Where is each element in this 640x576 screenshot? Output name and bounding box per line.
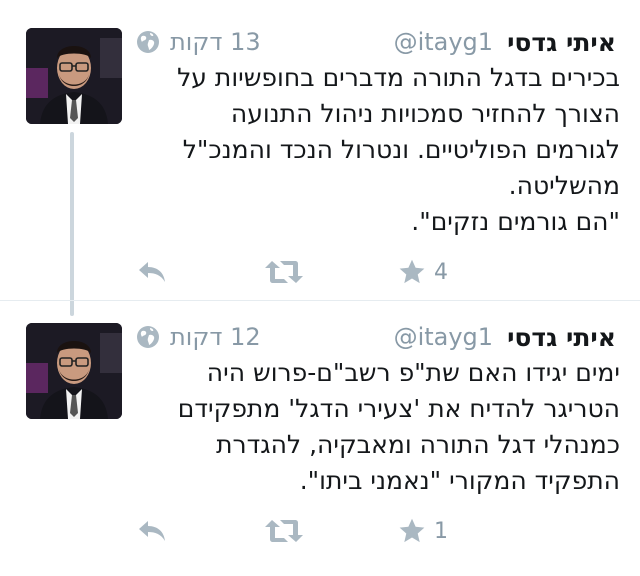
tweet-text-line: "הם גורמים נזקים". [411, 207, 620, 236]
tweet-text-line: הטריגר להדיח את 'צעירי הדגל' מתפקידם [177, 394, 620, 423]
globe-icon [137, 31, 159, 53]
retweet-icon [265, 261, 303, 283]
avatar-photo [26, 323, 122, 419]
tweet-header: איתי גדסי @itayg1 12 דקות [136, 319, 616, 355]
tweet-text-line: מהשליטה. [508, 171, 620, 200]
tweet-text-line: הצורך להחזיר סמכויות ניהול התנועה [230, 99, 620, 128]
tweet[interactable]: איתי גדסי @itayg1 13 דקות בכירים בדגל הת… [0, 0, 640, 316]
favorite-count: 4 [434, 259, 448, 285]
timestamp-text: 12 דקות [170, 323, 261, 351]
tweet-actions: 4 [136, 254, 476, 290]
tweet[interactable]: איתי גדסי @itayg1 12 דקות ימים יגידו האם… [0, 300, 640, 576]
tweet-text: בכירים בדגל התורה מדברים בחופשיות על הצו… [136, 60, 620, 240]
tweet-text-line: כמנהלי דגל התורה ומאבקיה, להגדרת [216, 430, 620, 459]
favorite-button[interactable]: 1 [398, 513, 448, 549]
reply-icon [139, 262, 165, 282]
star-icon [399, 259, 425, 284]
author-name[interactable]: איתי גדסי [507, 323, 616, 352]
retweet-button[interactable] [264, 254, 304, 290]
favorite-count: 1 [434, 518, 448, 544]
thread-connector-line [70, 132, 74, 316]
author-name[interactable]: איתי גדסי [507, 28, 616, 57]
tweet-text-line: לגורמים הפוליטיים. ונטרול הנכד והמנכ"ל [182, 135, 620, 164]
reply-button[interactable] [136, 513, 168, 549]
favorite-button[interactable]: 4 [398, 254, 448, 290]
timestamp-text: 13 דקות [170, 28, 261, 56]
tweet-text-line: בכירים בדגל התורה מדברים בחופשיות על [177, 63, 620, 92]
globe-icon [137, 326, 159, 348]
tweet-actions: 1 [136, 513, 476, 549]
author-handle[interactable]: @itayg1 [394, 323, 494, 351]
reply-icon [139, 521, 165, 541]
retweet-button[interactable] [264, 513, 304, 549]
avatar[interactable] [26, 28, 122, 124]
avatar[interactable] [26, 323, 122, 419]
reply-button[interactable] [136, 254, 168, 290]
tweet-header: איתי גדסי @itayg1 13 דקות [136, 24, 616, 60]
tweet-timestamp[interactable]: 13 דקות [136, 28, 261, 56]
retweet-icon [265, 520, 303, 542]
tweet-timestamp[interactable]: 12 דקות [136, 323, 261, 351]
tweet-text-line: ימים יגידו האם שת"פ רשב"ם-פרוש היה [206, 358, 620, 387]
author-handle[interactable]: @itayg1 [394, 28, 494, 56]
tweet-text: ימים יגידו האם שת"פ רשב"ם-פרוש היה הטריג… [136, 355, 620, 499]
avatar-photo [26, 28, 122, 124]
tweet-text-line: התפקיד המקורי "נאמני ביתו". [299, 466, 620, 495]
star-icon [399, 518, 425, 543]
